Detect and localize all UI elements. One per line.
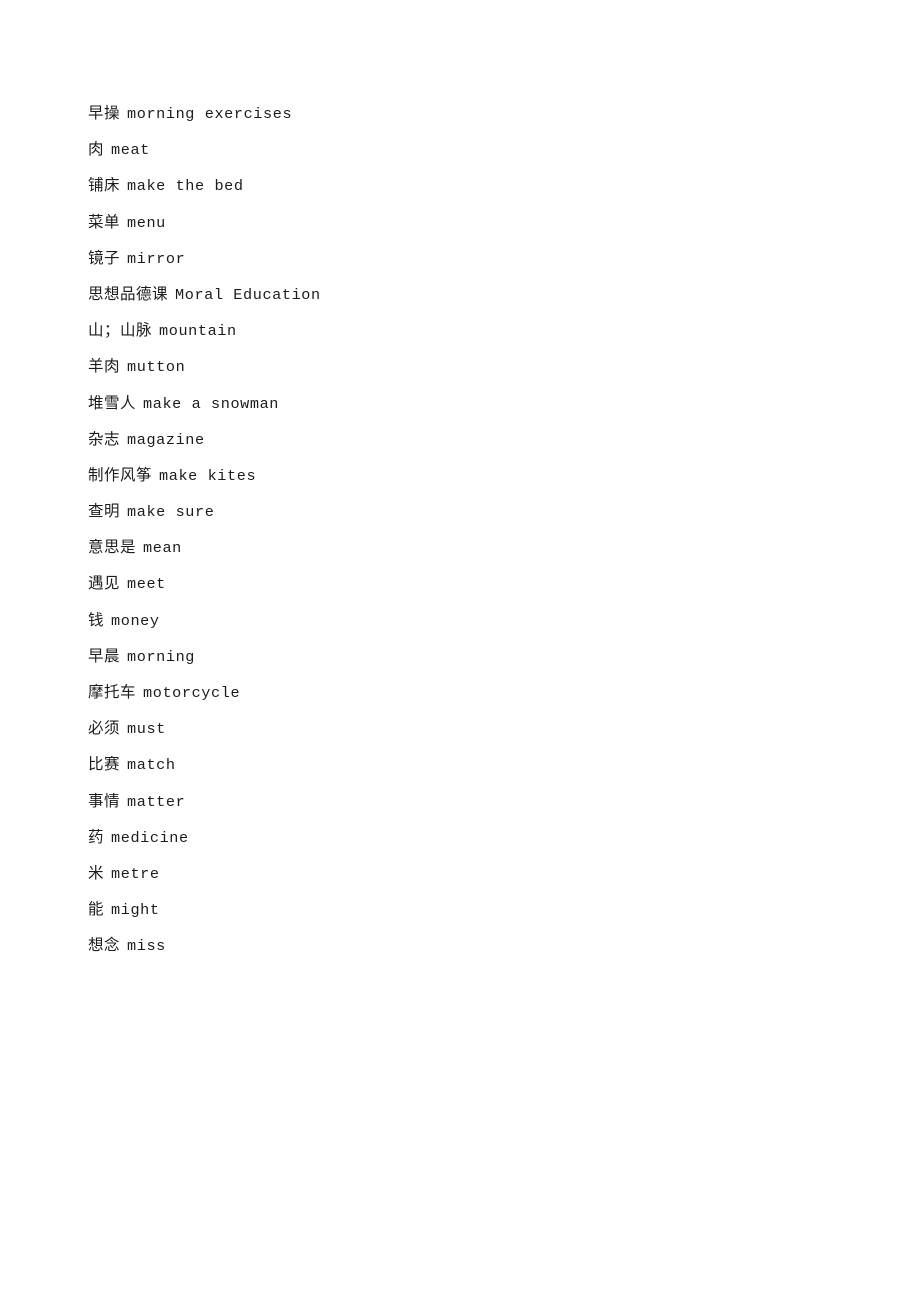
entry-english-term: make a snowman [143, 394, 280, 413]
vocabulary-entry: 铺床 make the bed [88, 167, 848, 203]
vocabulary-entry: 思想品德课 Moral Education [88, 276, 848, 312]
entry-english-term: mountain [159, 322, 237, 341]
vocabulary-entry: 必须 must [88, 710, 848, 746]
entry-chinese-term: 菜单 [88, 212, 121, 231]
vocabulary-entry: 早操 morning exercises [88, 95, 848, 131]
entry-english-term: medicine [111, 828, 189, 847]
entry-chinese-term: 早操 [88, 104, 121, 122]
vocabulary-entry: 堆雪人 make a snowman [88, 385, 848, 421]
entry-english-term: money [111, 611, 160, 630]
entry-english-term: matter [127, 792, 186, 811]
entry-english-term: make the bed [127, 177, 244, 196]
vocabulary-entry: 药 medicine [88, 819, 848, 855]
entry-english-term: mirror [127, 249, 186, 268]
entry-chinese-term: 查明 [88, 502, 121, 521]
entry-chinese-term: 思想品德课 [88, 284, 169, 303]
entry-english-term: morning [127, 647, 196, 666]
entry-english-term: make sure [127, 503, 215, 522]
vocabulary-entry: 肉 meat [88, 131, 848, 167]
entry-english-term: menu [127, 213, 166, 232]
entry-chinese-term: 必须 [88, 719, 121, 738]
entry-chinese-term: 肉 [88, 140, 105, 159]
vocabulary-entry: 米 metre [88, 855, 848, 891]
entry-chinese-term: 比赛 [88, 755, 121, 774]
vocabulary-entry: 杂志 magazine [88, 421, 848, 457]
vocabulary-entry: 能 might [88, 891, 848, 927]
entry-english-term: mutton [127, 358, 186, 377]
entry-english-term: meat [111, 141, 150, 160]
vocabulary-entry: 镜子 mirror [88, 240, 848, 276]
vocabulary-entry: 山；山脉 mountain [88, 312, 848, 348]
entry-chinese-term: 制作风筝 [88, 465, 153, 484]
entry-chinese-term: 钱 [88, 610, 105, 629]
entry-chinese-term: 意思是 [88, 538, 137, 557]
entry-english-term: Moral Education [175, 285, 321, 304]
vocabulary-entry: 摩托车 motorcycle [88, 674, 848, 710]
entry-english-term: miss [127, 937, 166, 956]
entry-chinese-term: 早晨 [88, 646, 121, 665]
entry-chinese-term: 堆雪人 [88, 393, 137, 412]
vocabulary-list: 早操 morning exercises 肉 meat 铺床 make the bed 菜单… [88, 95, 848, 964]
entry-chinese-term: 米 [88, 863, 105, 882]
entry-english-term: match [127, 756, 176, 775]
entry-english-term: mean [143, 539, 182, 558]
entry-chinese-term: 镜子 [88, 248, 121, 267]
entry-english-term: might [111, 901, 160, 920]
vocabulary-entry: 想念 miss [88, 927, 848, 963]
vocabulary-entry: 事情 matter [88, 783, 848, 819]
entry-chinese-term: 摩托车 [88, 683, 137, 701]
vocabulary-entry: 钱 money [88, 602, 848, 638]
entry-chinese-term: 杂志 [88, 429, 121, 448]
entry-chinese-term: 药 [88, 827, 105, 846]
vocabulary-entry: 比赛 match [88, 746, 848, 782]
entry-english-term: magazine [127, 430, 205, 449]
vocabulary-entry: 菜单 menu [88, 204, 848, 240]
vocabulary-entry: 制作风筝 make kites [88, 457, 848, 493]
entry-english-term: morning exercises [127, 105, 293, 123]
entry-english-term: must [127, 720, 166, 739]
entry-chinese-term: 能 [88, 900, 105, 919]
entry-chinese-term: 铺床 [88, 176, 121, 195]
entry-english-term: metre [111, 864, 160, 883]
entry-chinese-term: 遇见 [88, 574, 121, 593]
entry-chinese-term: 山；山脉 [88, 321, 153, 340]
entry-english-term: meet [127, 575, 166, 594]
entry-chinese-term: 想念 [88, 936, 121, 955]
vocabulary-entry: 意思是 mean [88, 529, 848, 565]
vocabulary-entry: 查明 make sure [88, 493, 848, 529]
entry-chinese-term: 羊肉 [88, 357, 121, 376]
vocabulary-entry: 遇见 meet [88, 565, 848, 601]
document-page: 早操 morning exercises 肉 meat 铺床 make the bed 菜单… [0, 0, 920, 1302]
entry-chinese-term: 事情 [88, 791, 121, 810]
vocabulary-entry: 早晨 morning [88, 638, 848, 674]
entry-english-term: make kites [159, 466, 257, 485]
entry-english-term: motorcycle [143, 684, 241, 702]
vocabulary-entry: 羊肉 mutton [88, 348, 848, 384]
